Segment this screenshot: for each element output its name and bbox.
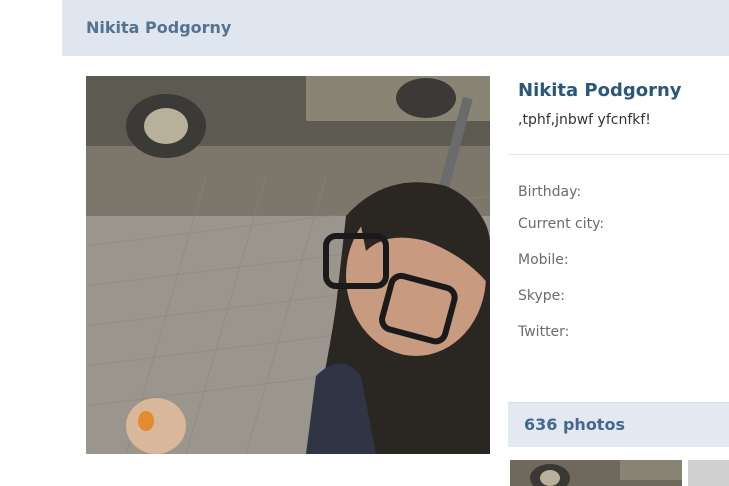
profile-photo-image — [86, 76, 490, 454]
profile-status: ,tphf,jnbwf yfcnfkf! — [518, 112, 651, 128]
photos-section-header[interactable]: 636 photos — [508, 402, 729, 447]
field-current-city: Current city: — [518, 216, 605, 232]
field-birthday: Birthday: — [518, 184, 582, 200]
photo-thumbnails — [508, 446, 729, 486]
profile-name[interactable]: Nikita Podgorny — [518, 80, 682, 101]
thumbnail-image — [510, 460, 682, 486]
left-gutter — [0, 0, 60, 486]
field-twitter: Twitter: — [518, 324, 570, 340]
field-skype: Skype: — [518, 288, 565, 304]
profile-fields: Birthday: Current city: Mobile: Skype: T… — [518, 178, 604, 350]
page-header: Nikita Podgorny — [62, 0, 729, 57]
divider — [508, 154, 729, 155]
profile-photo[interactable] — [86, 76, 490, 454]
profile-content: Nikita Podgorny ,tphf,jnbwf yfcnfkf! Bir… — [62, 56, 729, 486]
header-name[interactable]: Nikita Podgorny — [86, 18, 231, 37]
photo-thumbnail[interactable] — [688, 460, 729, 486]
field-mobile: Mobile: — [518, 252, 569, 268]
photo-thumbnail[interactable] — [510, 460, 682, 486]
photos-count[interactable]: 636 photos — [524, 415, 625, 434]
